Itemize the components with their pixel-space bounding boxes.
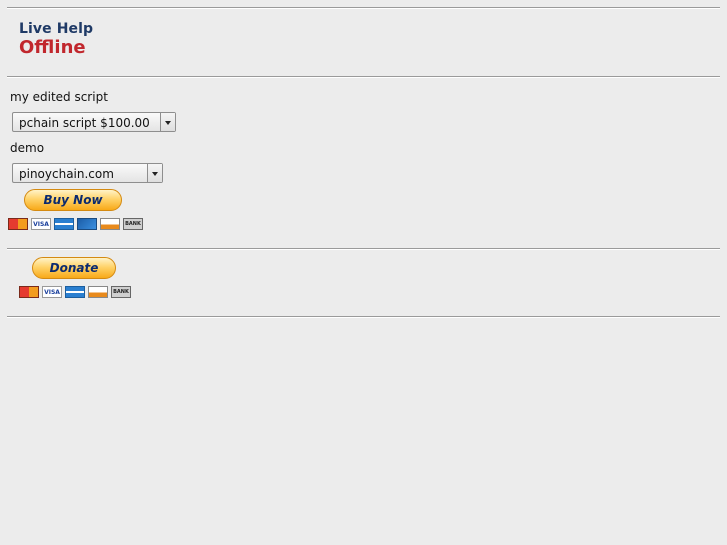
mastercard-icon [19, 286, 39, 298]
option2-label: demo [10, 141, 45, 155]
visa-icon: VISA [42, 286, 62, 298]
discover-icon [100, 218, 120, 230]
buy-now-button[interactable]: Buy Now [24, 189, 122, 211]
divider-bottom [7, 316, 720, 318]
live-help-widget[interactable]: Live Help Offline [19, 22, 93, 57]
chevron-down-icon [160, 113, 175, 131]
chevron-down-icon [147, 164, 162, 182]
option1-selected-value: pchain script $100.00 [19, 116, 150, 130]
buy-card-logos: VISA BANK [8, 218, 143, 230]
live-help-status: Offline [19, 37, 86, 58]
donate-button[interactable]: Donate [32, 257, 116, 279]
option2-select[interactable]: pinoychain.com [12, 163, 163, 183]
option2-selected-value: pinoychain.com [19, 167, 114, 181]
donate-card-logos: VISA BANK [19, 286, 131, 298]
discover-icon [88, 286, 108, 298]
echeck-icon [77, 218, 97, 230]
divider-3 [7, 248, 720, 250]
amex-icon [54, 218, 74, 230]
bank-icon: BANK [123, 218, 143, 230]
bank-icon: BANK [111, 286, 131, 298]
mastercard-icon [8, 218, 28, 230]
divider-top [7, 7, 720, 9]
visa-icon: VISA [31, 218, 51, 230]
amex-icon [65, 286, 85, 298]
divider-2 [7, 76, 720, 78]
live-help-title: Live Help [19, 21, 94, 37]
option1-label: my edited script [10, 90, 108, 104]
option1-select[interactable]: pchain script $100.00 [12, 112, 176, 132]
